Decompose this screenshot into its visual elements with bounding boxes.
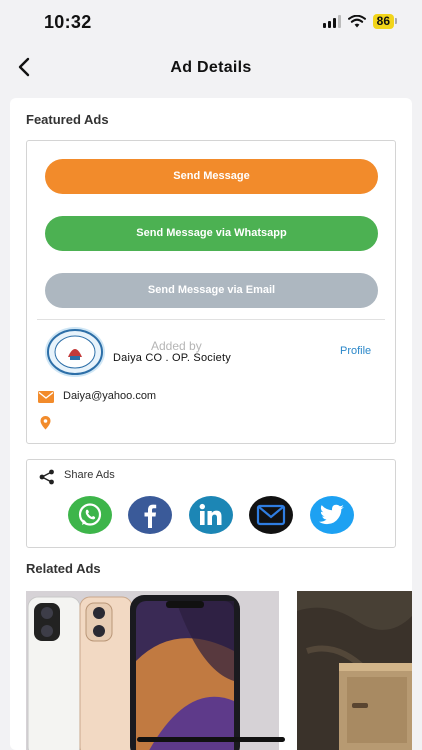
profile-link[interactable]: Profile bbox=[340, 345, 371, 357]
share-email-button[interactable] bbox=[249, 496, 293, 534]
home-indicator bbox=[137, 737, 285, 742]
send-whatsapp-button[interactable]: Send Message via Whatsapp bbox=[45, 216, 378, 251]
location-pin-icon bbox=[40, 416, 51, 430]
furniture-product-image bbox=[297, 591, 412, 750]
nav-bar: Ad Details bbox=[0, 46, 422, 90]
share-icon bbox=[39, 469, 54, 485]
divider bbox=[37, 319, 385, 320]
whatsapp-icon bbox=[78, 503, 102, 526]
twitter-icon bbox=[319, 504, 344, 525]
share-whatsapp-button[interactable] bbox=[68, 496, 112, 534]
society-logo-icon bbox=[47, 329, 103, 375]
avatar bbox=[45, 327, 105, 377]
share-facebook-button[interactable] bbox=[128, 496, 172, 534]
facebook-icon bbox=[144, 504, 157, 528]
send-message-button[interactable]: Send Message bbox=[45, 159, 378, 194]
signal-icon bbox=[322, 15, 341, 28]
status-bar: 10:32 86 bbox=[0, 0, 422, 46]
share-twitter-button[interactable] bbox=[310, 496, 354, 534]
seller-name: Daiya CO . OP. Society bbox=[113, 352, 231, 364]
battery-indicator: 86 bbox=[372, 14, 398, 29]
linkedin-icon bbox=[199, 503, 222, 525]
ad-details-content: Featured Ads Send Message Send Message v… bbox=[10, 98, 412, 750]
page-title: Ad Details bbox=[170, 59, 252, 76]
wifi-icon bbox=[347, 15, 366, 28]
featured-ads-box: Send Message Send Message via Whatsapp S… bbox=[26, 140, 396, 444]
seller-email: Daiya@yahoo.com bbox=[63, 390, 157, 402]
mail-icon bbox=[38, 391, 54, 403]
added-by-label: Added by bbox=[151, 339, 202, 353]
related-ad-card[interactable] bbox=[297, 591, 412, 750]
share-ads-label: Share Ads bbox=[64, 469, 115, 481]
featured-ads-title: Featured Ads bbox=[26, 112, 109, 127]
phone-product-image bbox=[26, 591, 279, 750]
send-email-button[interactable]: Send Message via Email bbox=[45, 273, 378, 308]
status-icons: 86 bbox=[322, 14, 398, 29]
share-ads-box: Share Ads bbox=[26, 459, 396, 548]
email-icon bbox=[256, 504, 286, 526]
related-ad-card[interactable] bbox=[26, 591, 279, 750]
related-ads-title: Related Ads bbox=[26, 561, 101, 576]
status-time: 10:32 bbox=[44, 12, 92, 32]
share-linkedin-button[interactable] bbox=[189, 496, 233, 534]
